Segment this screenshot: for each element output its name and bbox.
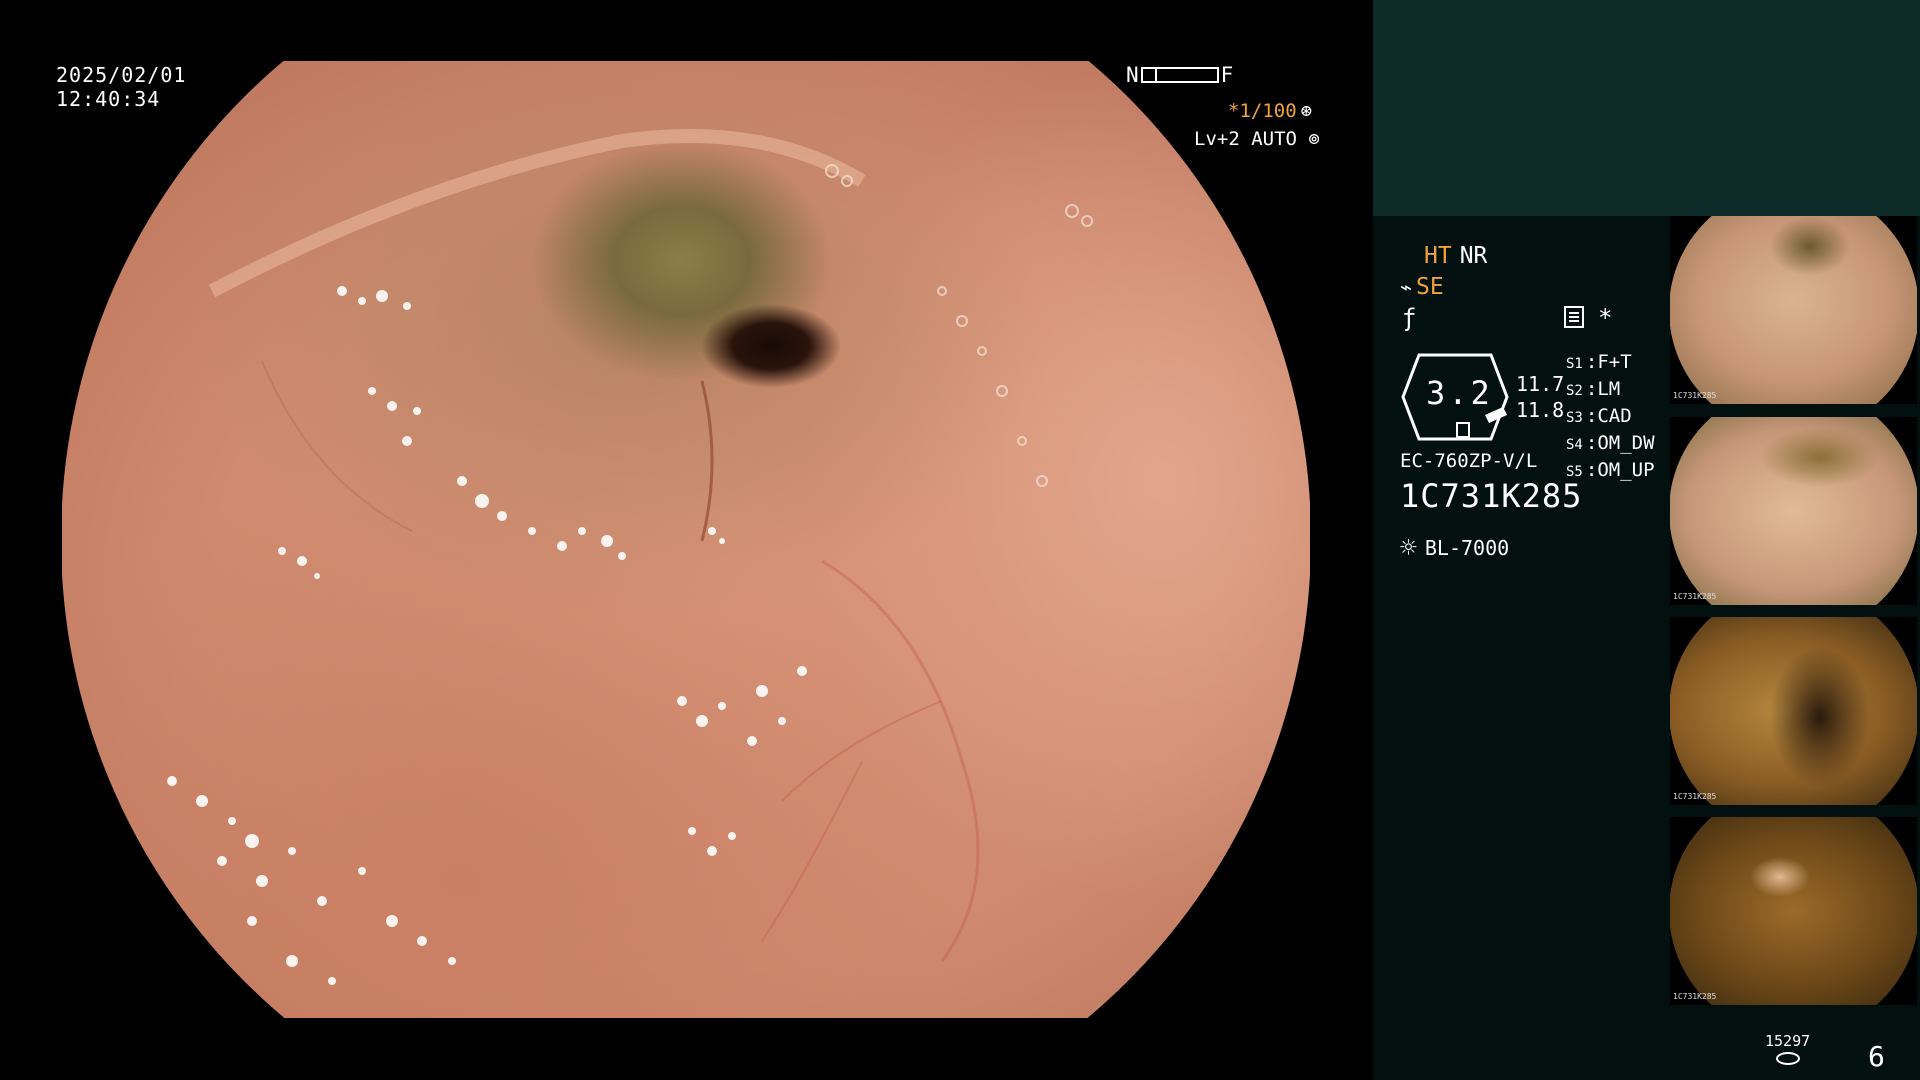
thumbnail-serial: 1C731K285 [1673,992,1717,1001]
gauge-reading-2: 11.8 [1516,398,1565,422]
date-text: 2025/02/01 [56,63,187,87]
switch-row: S4:OM_DW [1566,432,1655,454]
thumbnail-picture [1670,216,1917,404]
level-value: Lv+2 AUTO [1194,128,1297,150]
shutter-icon: ⊛ [1300,100,1313,122]
shutter-speed: *1/100 ⊛ [1228,100,1312,122]
switch-assignments: S1:F+T S2:LM S3:CAD S4:OM_DW S5:OM_UP [1566,350,1655,485]
mode-nr: NR [1459,243,1488,269]
iris-icon: ⊚ [1296,128,1320,150]
image-count: 15297 [1765,1032,1811,1050]
disk-icon [1776,1052,1800,1065]
mode-se: ⌁ SE [1400,274,1444,300]
focus-near-label: N [1126,63,1139,87]
light-source: ☼ BL-7000 [1400,531,1509,564]
brightness-level: Lv+2 AUTO ⊚ [1194,128,1320,150]
scope-model: EC-760ZP-V/L [1400,450,1538,472]
thumbnail-image[interactable]: 1C731K285 [1670,817,1917,1005]
light-source-label: BL-7000 [1424,535,1510,560]
thumbnail-serial: 1C731K285 [1673,792,1717,801]
focus-indicator: N F [1126,63,1233,87]
se-icon: ⌁ [1400,275,1413,299]
info-panel-header [1373,0,1920,216]
thumbnail-serial: 1C731K285 [1673,592,1717,601]
report-icon [1564,306,1584,328]
gauge-value: 3.2 [1426,374,1493,412]
thumbnail-picture [1670,617,1917,805]
mode-ht-nr: HT NR [1424,243,1487,269]
thumbnail-picture [1670,417,1917,605]
timestamp: 2025/02/01 12:40:34 [56,63,186,111]
focus-bar [1140,67,1219,83]
thumbnail-image[interactable]: 1C731K285 [1670,216,1917,404]
endoscopic-image [62,61,1310,1018]
star-icon: * [1598,304,1613,332]
thumbnail-serial: 1C731K285 [1673,391,1717,400]
thumbnail-picture [1670,817,1917,1005]
light-source-icon: ☼ [1400,531,1417,564]
mucosa-detail [167,129,1093,985]
switch-row: S1:F+T [1566,351,1632,373]
shutter-value: *1/100 [1228,100,1297,122]
mode-se-label: SE [1416,274,1444,300]
thumbnail-image[interactable]: 1C731K285 [1670,617,1917,805]
switch-row: S2:LM [1566,378,1621,400]
freeze-icon: ƒ [1402,304,1417,332]
switch-row: S3:CAD [1566,405,1632,427]
page-number: 6 [1868,1040,1885,1073]
focus-far-label: F [1220,63,1234,87]
time-text: 12:40:34 [56,87,161,111]
scope-serial: 1C731K285 [1400,477,1583,515]
mode-ht: HT [1424,243,1452,269]
gauge-reading-1: 11.7 [1516,372,1565,396]
thumbnail-image[interactable]: 1C731K285 [1670,417,1917,605]
